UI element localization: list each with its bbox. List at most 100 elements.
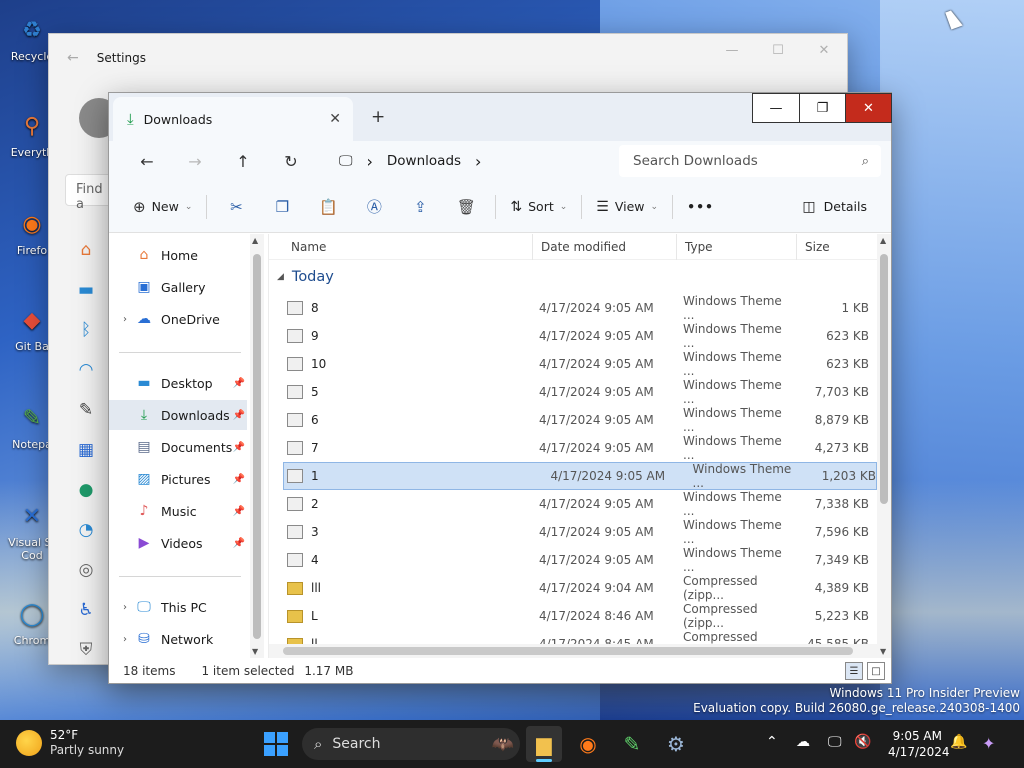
time-language-icon[interactable]: ◔ <box>67 510 105 550</box>
sidebar-item-videos[interactable]: ▶ Videos 📌 <box>109 528 247 558</box>
accessibility-icon[interactable]: ♿ <box>67 590 105 630</box>
sort-button[interactable]: ⇅ Sort ⌄ <box>502 191 575 223</box>
start-button[interactable] <box>264 732 288 756</box>
close-button[interactable]: ✕ <box>845 94 891 122</box>
sidebar-item-pictures[interactable]: ▨ Pictures 📌 <box>109 464 247 494</box>
paste-icon[interactable]: 📋 <box>305 198 351 216</box>
breadcrumb[interactable]: 🖵 › Downloads › <box>329 145 625 177</box>
table-row[interactable]: L 4/17/2024 8:46 AM Compressed (zipp... 5,2… <box>269 602 877 630</box>
table-row[interactable]: 7 4/17/2024 9:05 AM Windows Theme ... 4,273… <box>269 434 877 462</box>
weather-widget[interactable]: 52°F Partly sunny <box>16 728 124 758</box>
file-explorer-window[interactable]: ⤓ Downloads ✕ + — ❐ ✕ ← → ↑ ↻ 🖵 › Downlo… <box>108 92 892 684</box>
sidebar-item-home[interactable]: ⌂ Home <box>109 240 247 270</box>
scrollbar-thumb[interactable] <box>283 647 853 655</box>
back-button[interactable]: ← <box>123 152 171 171</box>
delete-icon[interactable]: 🗑 <box>443 198 489 216</box>
horizontal-scrollbar[interactable] <box>269 644 877 658</box>
tab-downloads[interactable]: ⤓ Downloads ✕ <box>113 97 353 141</box>
chevron-up-icon[interactable]: ⌃ <box>766 734 778 750</box>
search-input[interactable]: Search Downloads ⌕ <box>619 145 881 177</box>
maximize-button[interactable]: ☐ <box>755 34 801 66</box>
breadcrumb-separator[interactable]: › <box>475 152 481 171</box>
column-date-modified[interactable]: Date modified <box>533 234 677 260</box>
sidebar-item-network[interactable]: › ⛁ Network <box>109 624 247 654</box>
group-header[interactable]: ◢ Today <box>269 260 877 294</box>
chevron-right-icon[interactable]: › <box>117 634 133 645</box>
details-view-icon[interactable]: ☰ <box>845 662 863 680</box>
rename-icon[interactable]: Ⓐ <box>351 196 397 217</box>
close-button[interactable]: ✕ <box>801 34 847 66</box>
table-row[interactable]: 9 4/17/2024 9:05 AM Windows Theme ... 623 K… <box>269 322 877 350</box>
minimize-button[interactable]: — <box>709 34 755 66</box>
breadcrumb-downloads[interactable]: Downloads <box>387 153 461 169</box>
sidebar-item-documents[interactable]: ▤ Documents 📌 <box>109 432 247 462</box>
sidebar-scrollbar[interactable]: ▲ ▼ <box>250 234 264 658</box>
share-icon[interactable]: ⇪ <box>397 198 443 216</box>
breadcrumb-separator[interactable]: › <box>367 152 373 171</box>
column-type[interactable]: Type <box>677 234 797 260</box>
vertical-scrollbar[interactable]: ▲ ▼ <box>877 234 891 658</box>
apps-icon[interactable]: ▦ <box>67 430 105 470</box>
column-size[interactable]: Size <box>797 234 877 260</box>
volume-muted-icon[interactable]: 🔇 <box>854 734 871 750</box>
table-row[interactable]: 2 4/17/2024 9:05 AM Windows Theme ... 7,338… <box>269 490 877 518</box>
table-row[interactable]: 6 4/17/2024 9:05 AM Windows Theme ... 8,879… <box>269 406 877 434</box>
sidebar-item-desktop[interactable]: ▬ Desktop 📌 <box>109 368 247 398</box>
forward-button[interactable]: → <box>171 152 219 171</box>
sidebar-item-music[interactable]: ♪ Music 📌 <box>109 496 247 526</box>
privacy-shield-icon[interactable]: ⛨ <box>67 630 105 670</box>
table-row[interactable]: 10 4/17/2024 9:05 AM Windows Theme ... 623 … <box>269 350 877 378</box>
back-arrow-icon[interactable]: ← <box>67 50 79 66</box>
gaming-icon[interactable]: ◎ <box>67 550 105 590</box>
cloud-offline-icon[interactable]: ☁ <box>796 734 810 750</box>
cut-icon[interactable]: ✂ <box>213 198 259 216</box>
maximize-button[interactable]: ❐ <box>799 94 845 122</box>
computer-icon[interactable]: 🖵 <box>339 153 353 169</box>
explorer-titlebar[interactable]: ⤓ Downloads ✕ + — ❐ ✕ <box>109 93 892 141</box>
network-icon[interactable]: ◠ <box>67 350 105 390</box>
scroll-up-icon[interactable]: ▲ <box>880 236 886 245</box>
details-pane-button[interactable]: ◫ Details <box>802 199 867 215</box>
scrollbar-thumb[interactable] <box>880 254 888 504</box>
scroll-up-icon[interactable]: ▲ <box>252 236 258 245</box>
scroll-down-icon[interactable]: ▼ <box>252 647 258 656</box>
scrollbar-thumb[interactable] <box>253 254 261 639</box>
new-tab-button[interactable]: + <box>371 107 385 127</box>
column-name[interactable]: Name <box>269 234 533 260</box>
file-explorer-taskbar-button[interactable]: ▆ <box>526 726 562 762</box>
copy-icon[interactable]: ❐ <box>259 198 305 216</box>
paint-taskbar-button[interactable]: ✎ <box>614 726 650 762</box>
taskbar-search[interactable]: ⌕ Search 🦇 <box>302 728 520 760</box>
system-icon[interactable]: ▬ <box>67 270 105 310</box>
accounts-icon[interactable]: ● <box>67 470 105 510</box>
table-row[interactable]: 5 4/17/2024 9:05 AM Windows Theme ... 7,703… <box>269 378 877 406</box>
collapse-triangle-icon[interactable]: ◢ <box>277 272 284 282</box>
close-tab-icon[interactable]: ✕ <box>329 111 341 127</box>
home-icon[interactable]: ⌂ <box>67 230 105 270</box>
more-options-button[interactable]: ••• <box>679 191 722 223</box>
minimize-button[interactable]: — <box>753 94 799 122</box>
view-button[interactable]: ☰ View ⌄ <box>588 191 666 223</box>
table-row[interactable]: 3 4/17/2024 9:05 AM Windows Theme ... 7,596… <box>269 518 877 546</box>
sidebar-item-this-pc[interactable]: › 🖵 This PC <box>109 592 247 622</box>
scroll-down-icon[interactable]: ▼ <box>880 647 886 656</box>
tiles-view-icon[interactable]: □ <box>867 662 885 680</box>
chevron-right-icon[interactable]: › <box>117 602 133 613</box>
bluetooth-icon[interactable]: ᛒ <box>67 310 105 350</box>
table-row[interactable]: lll 4/17/2024 9:04 AM Compressed (zipp... 4… <box>269 574 877 602</box>
settings-taskbar-button[interactable]: ⚙ <box>658 726 694 762</box>
table-row[interactable]: 1 4/17/2024 9:05 AM Windows Theme ... 1,203… <box>283 462 877 490</box>
notification-bell-icon[interactable]: 🔔 <box>950 734 967 750</box>
table-row[interactable]: 4 4/17/2024 9:05 AM Windows Theme ... 7,349… <box>269 546 877 574</box>
copilot-icon[interactable]: ✦ <box>982 734 995 753</box>
sidebar-item-gallery[interactable]: ▣ Gallery <box>109 272 247 302</box>
sidebar-item-onedrive[interactable]: › ☁ OneDrive <box>109 304 247 334</box>
network-icon[interactable]: 🖵 <box>828 734 842 750</box>
refresh-button[interactable]: ↻ <box>267 152 315 171</box>
sidebar-item-downloads[interactable]: ⤓ Downloads 📌 <box>109 400 247 430</box>
table-row[interactable]: 8 4/17/2024 9:05 AM Windows Theme ... 1 KB <box>269 294 877 322</box>
chevron-right-icon[interactable]: › <box>117 314 133 325</box>
new-button[interactable]: ⊕ New ⌄ <box>125 191 200 223</box>
clock[interactable]: 9:05 AM 4/17/2024 <box>888 728 950 760</box>
personalization-icon[interactable]: ✎ <box>67 390 105 430</box>
